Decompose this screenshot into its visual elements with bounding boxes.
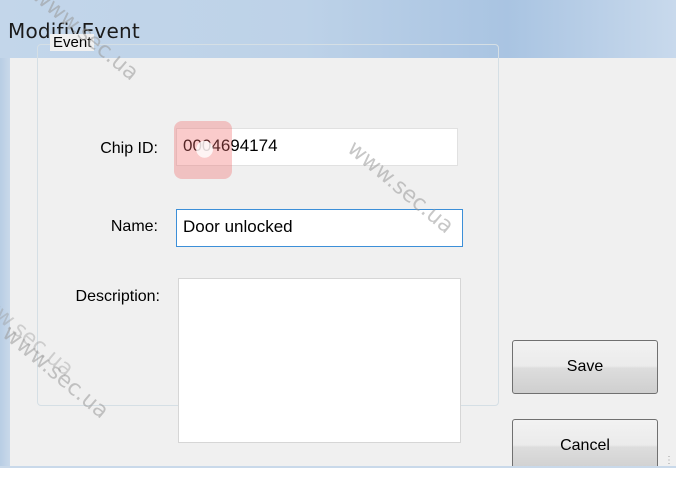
description-textarea[interactable] [178,278,461,443]
chip-id-label: Chip ID: [100,140,158,157]
name-field[interactable]: Door unlocked [176,209,463,247]
description-label: Description: [75,288,160,305]
overlay-badge-glyph-icon: ● [195,136,215,161]
cancel-button[interactable]: Cancel [512,419,658,473]
window-frame-left [0,58,10,468]
resize-grip-icon[interactable]: ⋮ [664,455,674,466]
name-label: Name: [110,218,158,235]
modify-event-dialog: ModifiyEvent Event Chip ID: 0004694174 N… [0,0,676,488]
save-button[interactable]: Save [512,340,658,394]
event-group-label: Event [50,34,95,51]
window-frame-bottom [0,468,676,488]
